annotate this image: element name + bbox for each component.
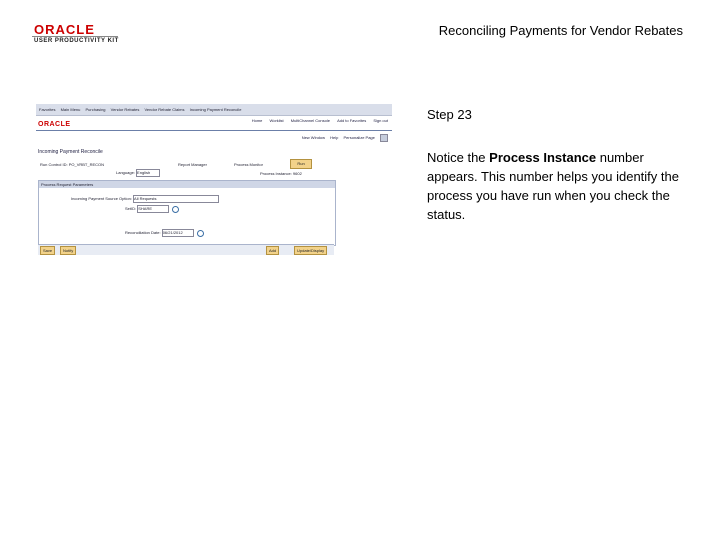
setid-row: SetID: SHARE	[125, 205, 180, 213]
page-links: New Window Help Personalize Page	[298, 134, 388, 142]
add-button[interactable]: Add	[266, 246, 280, 255]
run-control-row: Run Control ID: PO_VRBT_RECON	[40, 162, 104, 167]
lookup-icon[interactable]	[172, 205, 180, 213]
header-divider	[36, 130, 392, 131]
section-header: Process Request Parameters	[39, 181, 335, 188]
logo-subtitle: USER PRODUCTIVITY KIT	[34, 38, 119, 44]
language-label: Language:	[116, 170, 135, 176]
toolbar: Save Notify Add Update/Display	[38, 244, 334, 255]
process-monitor-link[interactable]: Process Monitor	[234, 162, 263, 167]
update-display-button[interactable]: Update/Display	[294, 246, 328, 255]
save-button[interactable]: Save	[40, 246, 56, 255]
nav-item[interactable]: Favorites	[39, 107, 55, 112]
instruction-pre: Notice the	[427, 150, 490, 165]
nav-item[interactable]: Vendor Rebates	[111, 107, 140, 112]
page-menu-icon[interactable]	[380, 134, 388, 142]
report-manager-link[interactable]: Report Manager	[178, 162, 207, 167]
instruction-text: Notice the Process Instance number appea…	[427, 148, 697, 224]
application-screenshot: Favorites Main Menu Purchasing Vendor Re…	[36, 104, 392, 256]
nav-item[interactable]: Purchasing	[86, 107, 106, 112]
app-brand-logo: ORACLE	[38, 121, 71, 128]
favorites-link[interactable]: Add to Favorites	[337, 118, 366, 123]
nav-item[interactable]: Vendor Rebate Claims	[144, 107, 184, 112]
breadcrumb-nav: Favorites Main Menu Purchasing Vendor Re…	[36, 104, 392, 116]
personalize-link[interactable]: Personalize Page	[344, 135, 375, 140]
process-instance-text: Process Instance: 9602	[260, 171, 302, 176]
signout-link[interactable]: Sign out	[373, 118, 388, 123]
recon-date-row: Reconciliation Date: 06/21/2012	[125, 229, 204, 237]
source-option-row: Incoming Payment Source Option: All Requ…	[71, 195, 220, 203]
setid-input[interactable]: SHARE	[137, 205, 170, 213]
parameters-section: Process Request Parameters Incoming Paym…	[38, 180, 336, 246]
run-control-value: PO_VRBT_RECON	[68, 162, 105, 167]
top-links: Home Worklist MultiChannel Console Add t…	[246, 118, 388, 123]
help-link[interactable]: Help	[330, 135, 338, 140]
new-window-link[interactable]: New Window	[302, 135, 325, 140]
recon-date-input[interactable]: 06/21/2012	[161, 229, 194, 237]
instruction-highlight: Process Instance	[489, 150, 597, 165]
nav-item[interactable]: Incoming Payment Reconcile	[190, 107, 242, 112]
oracle-upk-logo: ORACLE USER PRODUCTIVITY KIT	[32, 22, 132, 48]
worklist-link[interactable]: Worklist	[270, 118, 284, 123]
recon-date-label: Reconciliation Date:	[125, 230, 161, 236]
run-control-label: Run Control ID:	[40, 162, 68, 167]
multichannel-link[interactable]: MultiChannel Console	[291, 118, 330, 123]
component-title: Incoming Payment Reconcile	[38, 149, 103, 155]
run-button[interactable]: Run	[290, 159, 312, 169]
source-option-label: Incoming Payment Source Option:	[71, 196, 132, 202]
language-row: Language: English	[116, 169, 161, 177]
home-link[interactable]: Home	[252, 118, 263, 123]
setid-label: SetID:	[125, 206, 137, 212]
source-option-select[interactable]: All Requests	[133, 195, 220, 203]
nav-item[interactable]: Main Menu	[61, 107, 81, 112]
page-title: Reconciling Payments for Vendor Rebates	[438, 23, 683, 38]
logo-divider	[32, 36, 118, 37]
calendar-icon[interactable]	[196, 229, 204, 237]
logo-oracle-text: ORACLE	[34, 22, 95, 37]
step-label: Step 23	[427, 107, 472, 122]
language-select[interactable]: English	[136, 169, 161, 177]
notify-button[interactable]: Notify	[60, 246, 77, 255]
